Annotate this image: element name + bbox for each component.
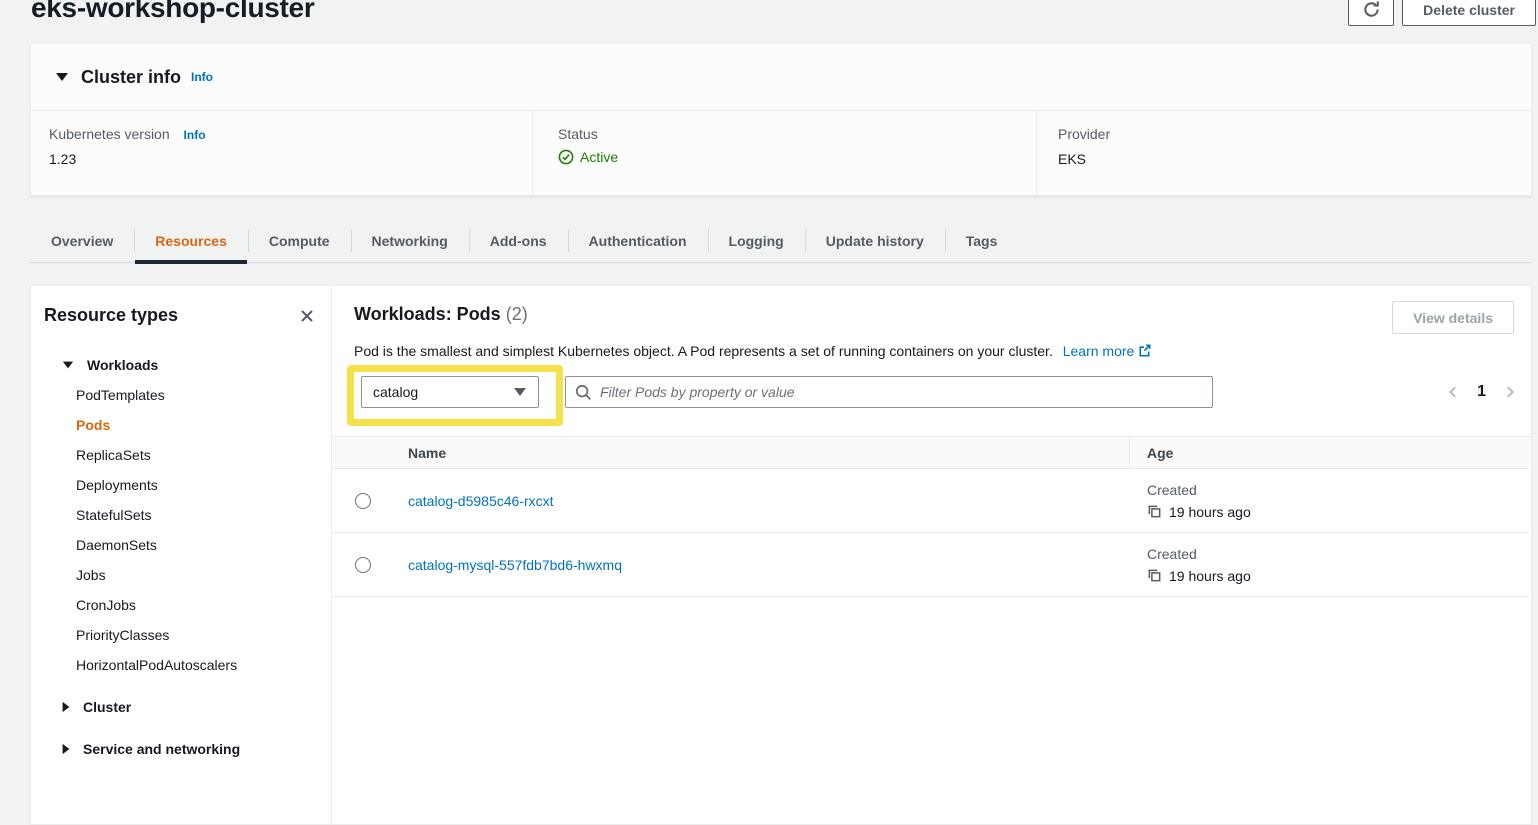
tree-item-pods[interactable]: Pods: [31, 410, 331, 440]
tab-tags[interactable]: Tags: [945, 219, 1019, 262]
status-label: Status: [558, 126, 1036, 142]
view-details-button[interactable]: View details: [1392, 301, 1514, 334]
annotation-highlight-box: catalog: [347, 365, 563, 426]
tree-item-jobs[interactable]: Jobs: [31, 560, 331, 590]
tree-section-service-networking[interactable]: Service and networking: [31, 734, 331, 764]
tree-gap: [31, 722, 331, 734]
pod-name-link[interactable]: catalog-mysql-557fdb7bd6-hwxmq: [408, 557, 622, 573]
resource-tree: Workloads PodTemplates Pods ReplicaSets …: [31, 350, 331, 764]
tree-item-horizontalpodautoscalers[interactable]: HorizontalPodAutoscalers: [31, 650, 331, 680]
cluster-tabs: Overview Resources Compute Networking Ad…: [30, 219, 1532, 263]
cluster-info-panel: Cluster info Info Kubernetes version Inf…: [30, 43, 1532, 196]
content-header: Workloads: Pods (2) View details: [332, 286, 1531, 334]
status-field: Status Active: [532, 111, 1036, 196]
tab-overview[interactable]: Overview: [30, 219, 134, 262]
triangle-right-icon: [63, 744, 70, 754]
tab-logging[interactable]: Logging: [708, 219, 805, 262]
search-icon: [575, 384, 592, 401]
learn-more-link[interactable]: Learn more: [1063, 343, 1153, 359]
chevron-left-icon[interactable]: [1446, 385, 1460, 399]
tab-compute[interactable]: Compute: [248, 219, 351, 262]
tab-networking[interactable]: Networking: [351, 219, 469, 262]
chevron-right-icon[interactable]: [1503, 385, 1517, 399]
header-actions: Delete cluster: [1348, 0, 1536, 26]
tab-resources[interactable]: Resources: [134, 219, 248, 262]
triangle-down-icon: [63, 362, 73, 369]
delete-cluster-button[interactable]: Delete cluster: [1402, 0, 1536, 26]
page-header: eks-workshop-cluster Delete cluster: [0, 0, 1538, 43]
close-icon[interactable]: [297, 306, 317, 326]
cluster-info-title: Cluster info: [81, 67, 181, 88]
kubernetes-version-info-link[interactable]: Info: [184, 128, 206, 142]
page-number[interactable]: 1: [1477, 383, 1486, 401]
filter-search-input[interactable]: [600, 384, 1203, 400]
dropdown-value: catalog: [373, 384, 418, 400]
tree-item-deployments[interactable]: Deployments: [31, 470, 331, 500]
provider-label: Provider: [1058, 126, 1531, 142]
cluster-info-info-link[interactable]: Info: [191, 70, 213, 84]
tree-item-replicasets[interactable]: ReplicaSets: [31, 440, 331, 470]
kubernetes-version-field: Kubernetes version Info 1.23: [31, 111, 532, 196]
tree-section-cluster[interactable]: Cluster: [31, 692, 331, 722]
age-value: 19 hours ago: [1147, 568, 1531, 584]
age-value: 19 hours ago: [1147, 504, 1531, 520]
refresh-icon: [1362, 0, 1381, 19]
tree-section-workloads[interactable]: Workloads: [31, 350, 331, 380]
tree-item-cronjobs[interactable]: CronJobs: [31, 590, 331, 620]
copy-icon[interactable]: [1147, 568, 1162, 583]
pods-heading: Workloads: Pods (2): [354, 301, 528, 325]
external-link-icon: [1137, 345, 1152, 361]
resources-panel: Resource types Workloads PodTemplates Po…: [30, 285, 1532, 825]
cluster-info-header[interactable]: Cluster info Info: [31, 44, 1531, 110]
check-circle-icon: [558, 149, 574, 165]
tree-item-podtemplates[interactable]: PodTemplates: [31, 380, 331, 410]
row-radio-button[interactable]: [355, 557, 371, 573]
table-row: catalog-mysql-557fdb7bd6-hwxmq Created 1…: [332, 533, 1531, 597]
pods-description: Pod is the smallest and simplest Kuberne…: [354, 343, 1531, 361]
resource-types-sidebar: Resource types Workloads PodTemplates Po…: [31, 286, 332, 824]
filter-row: catalog 1: [347, 365, 1531, 426]
collapse-triangle-icon: [56, 73, 68, 81]
refresh-button[interactable]: [1348, 0, 1394, 26]
table-row: catalog-d5985c46-rxcxt Created 19 hours …: [332, 469, 1531, 533]
tab-authentication[interactable]: Authentication: [568, 219, 708, 262]
provider-field: Provider EKS: [1036, 111, 1531, 196]
provider-value: EKS: [1058, 151, 1531, 167]
tab-update-history[interactable]: Update history: [805, 219, 945, 262]
namespace-dropdown[interactable]: catalog: [361, 376, 539, 408]
tree-gap: [31, 680, 331, 692]
tree-item-daemonsets[interactable]: DaemonSets: [31, 530, 331, 560]
status-value: Active: [558, 149, 1036, 165]
table-header-row: Name Age: [332, 436, 1531, 469]
kubernetes-version-label: Kubernetes version Info: [49, 126, 532, 142]
sidebar-header: Resource types: [31, 286, 331, 326]
pods-table: Name Age catalog-d5985c46-rxcxt Created: [332, 436, 1531, 597]
page-title: eks-workshop-cluster: [31, 0, 314, 24]
tree-item-statefulsets[interactable]: StatefulSets: [31, 500, 331, 530]
triangle-right-icon: [63, 702, 70, 712]
pod-name-link[interactable]: catalog-d5985c46-rxcxt: [408, 493, 554, 509]
kubernetes-version-value: 1.23: [49, 151, 532, 167]
pods-content: Workloads: Pods (2) View details Pod is …: [332, 286, 1531, 824]
age-column-header: Age: [1129, 445, 1531, 461]
pagination: 1: [1446, 376, 1517, 408]
tree-item-priorityclasses[interactable]: PriorityClasses: [31, 620, 331, 650]
age-created-label: Created: [1147, 546, 1531, 562]
caret-down-icon: [514, 388, 526, 396]
tab-add-ons[interactable]: Add-ons: [469, 219, 568, 262]
copy-icon[interactable]: [1147, 504, 1162, 519]
row-radio-button[interactable]: [355, 493, 371, 509]
cluster-info-body: Kubernetes version Info 1.23 Status Acti…: [31, 110, 1531, 196]
sidebar-title: Resource types: [44, 305, 178, 326]
filter-search-box: [565, 376, 1213, 408]
age-created-label: Created: [1147, 482, 1531, 498]
name-column-header: Name: [408, 445, 1129, 461]
pods-count: (2): [506, 304, 528, 324]
